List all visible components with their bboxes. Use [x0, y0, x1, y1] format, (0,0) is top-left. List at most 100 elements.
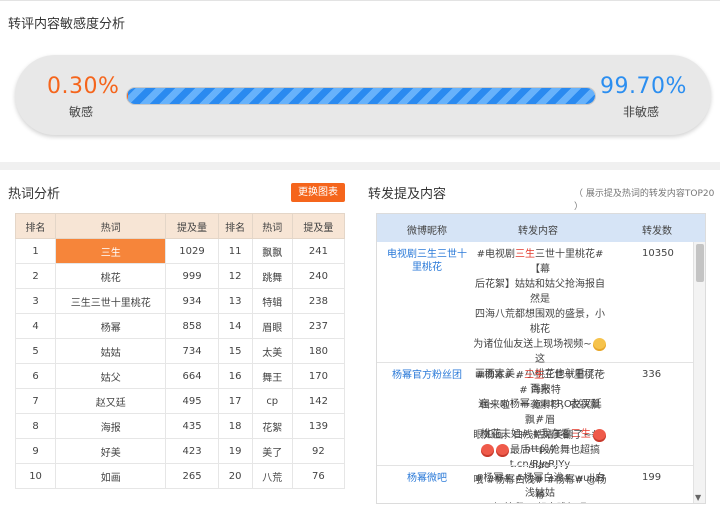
scrollbar-thumb[interactable] [696, 244, 704, 282]
table-row: 5 姑姑 734 15 太美 180 [14, 338, 346, 364]
forward-nick[interactable]: 杨幂微吧 [383, 472, 471, 485]
table-cell: 240 [291, 263, 346, 289]
content-line: 辑来啦！一袭素衫，衣袂飘飘，眉 [480, 400, 600, 426]
table-cell: 999 [165, 263, 219, 289]
table-row: 4 杨幂 858 14 眉眼 237 [14, 313, 346, 339]
column-header: 排名 [14, 213, 57, 239]
table-cell: 6 [14, 363, 57, 389]
scrollbar[interactable]: ▼ [693, 242, 705, 503]
scroll-down-icon[interactable]: ▼ [695, 493, 701, 502]
table-cell: 14 [217, 313, 253, 339]
content-line: 四海八荒都想围观的盛景，小桃花 [475, 309, 605, 335]
forward-nick[interactable]: 电视剧三生三世十里桃花 [383, 248, 471, 274]
table-cell: 142 [291, 388, 346, 414]
table-cell: 734 [165, 338, 219, 364]
table-cell: 如画 [55, 463, 167, 489]
content-line: 好美啊 一起来跳舞吧 [473, 501, 607, 503]
content-line: #杨幂# #三生三世十里桃花# 海报特 [475, 370, 605, 396]
sensitivity-title: 转评内容敏感度分析 [8, 17, 126, 32]
table-cell: 1 [14, 238, 57, 264]
emoji-icon [496, 443, 509, 457]
table-row: 9 好美 423 19 美了 92 [14, 438, 346, 464]
table-cell: 11 [217, 238, 253, 264]
table-cell: 435 [165, 413, 219, 439]
forward-row: 杨幂微吧 199 #杨幂# #杨幂白浅# wuli白浅姑姑 好美啊 一起来跳舞吧 [377, 466, 693, 503]
switch-chart-button[interactable]: 更换图表 [291, 183, 345, 202]
table-cell: 19 [217, 438, 253, 464]
emoji-icon [481, 443, 494, 457]
column-header: 提及量 [165, 213, 219, 239]
table-cell: 12 [217, 263, 253, 289]
table-cell: 花絮 [251, 413, 293, 439]
table-cell: 18 [217, 413, 253, 439]
table-header-row: 排名 热词 提及量 排名 热词 提及量 [14, 213, 346, 239]
table-row: 3 三生三世十里桃花 934 13 特辑 238 [14, 288, 346, 314]
emoji-icon [592, 428, 606, 442]
table-row: 10 如画 265 20 八荒 76 [14, 463, 346, 489]
forward-count: 199 [642, 472, 662, 483]
content-line: 眼如画，白浅姑姑美翻了~ [473, 428, 607, 443]
table-row: 6 姑父 664 16 舞王 170 [14, 363, 346, 389]
table-cell: 舞王 [251, 363, 293, 389]
table-cell: 13 [217, 288, 253, 314]
column-header: 提及量 [291, 213, 346, 239]
table-cell: 8 [14, 413, 57, 439]
table-cell: 7 [14, 388, 57, 414]
table-cell: 237 [291, 313, 346, 339]
table-cell: 姑姑 [55, 338, 167, 364]
table-row: 8 海报 435 18 花絮 139 [14, 413, 346, 439]
nick-header: 微博昵称 [407, 226, 447, 237]
table-row: 2 桃花 999 12 跳舞 240 [14, 263, 346, 289]
forward-row: 电视剧三生三世十里桃花 10350 #电视剧三生三世十里桃花#【幕 后花絮】姑姑… [377, 242, 693, 470]
table-cell: 16 [217, 363, 253, 389]
divider [0, 0, 720, 1]
hot-words-body: 1 三生 1029 11 飘飘 241 2 桃花 999 12 跳舞 240 3 三生三世十里桃花 934 1… [14, 238, 346, 489]
column-header: 热词 [251, 213, 293, 239]
nonsensitive-bar-fill [128, 88, 595, 104]
table-cell: 赵又廷 [55, 388, 167, 414]
table-cell: 太美 [251, 338, 293, 364]
table-cell: 423 [165, 438, 219, 464]
table-cell: 92 [291, 438, 346, 464]
forward-row: 杨幂官方粉丝团 336 #杨幂# #三生三世十里桃花# 海报特 辑来啦！一袭素衫… [377, 363, 693, 501]
table-cell: 1029 [165, 238, 219, 264]
table-cell: 9 [14, 438, 57, 464]
table-cell: 海报 [55, 413, 167, 439]
table-cell: 15 [217, 338, 253, 364]
hot-words-table: 排名 热词 提及量 排名 热词 提及量 1 三生 1029 11 飘飘 241 2 桃花 999 12 跳舞 2… [14, 213, 346, 489]
table-cell: 858 [165, 313, 219, 339]
table-cell: 180 [291, 338, 346, 364]
content-line: #电视剧三生三世十里桃花#【幕 [476, 249, 604, 275]
table-cell: 杨幂 [55, 313, 167, 339]
table-cell: 934 [165, 288, 219, 314]
table-cell: 5 [14, 338, 57, 364]
forward-count: 10350 [642, 248, 674, 259]
table-cell: 桃花 [55, 263, 167, 289]
table-cell: 170 [291, 363, 346, 389]
forward-nick[interactable]: 杨幂官方粉丝团 [383, 369, 471, 382]
table-cell: 139 [291, 413, 346, 439]
table-cell: 美了 [251, 438, 293, 464]
table-cell: 20 [217, 463, 253, 489]
forward-content: #杨幂# #杨幂白浅# wuli白浅姑姑 好美啊 一起来跳舞吧 [473, 471, 607, 503]
forwards-subtitle: （ 展示提及热词的转发内容TOP20 ） [574, 189, 715, 212]
forwards-title: 转发提及内容 [368, 187, 447, 202]
content-line: 后花絮】姑姑和姑父抢海报自然是 [475, 279, 605, 305]
table-cell: 飘飘 [251, 238, 293, 264]
table-row: 1 三生 1029 11 飘飘 241 [14, 238, 346, 264]
emoji-icon [592, 337, 606, 351]
sensitive-percent: 0.30% [47, 74, 120, 99]
table-cell: 2 [14, 263, 57, 289]
forwards-table[interactable]: 微博昵称 转发内容 转发数 电视剧三生三世十里桃花 10350 #电视剧三生三世… [376, 213, 706, 504]
nonsensitive-label: 非敏感 [623, 105, 660, 119]
table-cell: 4 [14, 313, 57, 339]
count-header: 转发数 [642, 226, 672, 237]
table-cell: 好美 [55, 438, 167, 464]
sensitivity-bar [126, 87, 596, 105]
content-header: 转发内容 [518, 226, 558, 237]
table-cell: 495 [165, 388, 219, 414]
analysis-panel: 热词分析 更换图表 转发提及内容 （ 展示提及热词的转发内容TOP20 ） 排名… [0, 170, 720, 510]
table-cell: 10 [14, 463, 57, 489]
table-cell: 664 [165, 363, 219, 389]
table-cell: 跳舞 [251, 263, 293, 289]
